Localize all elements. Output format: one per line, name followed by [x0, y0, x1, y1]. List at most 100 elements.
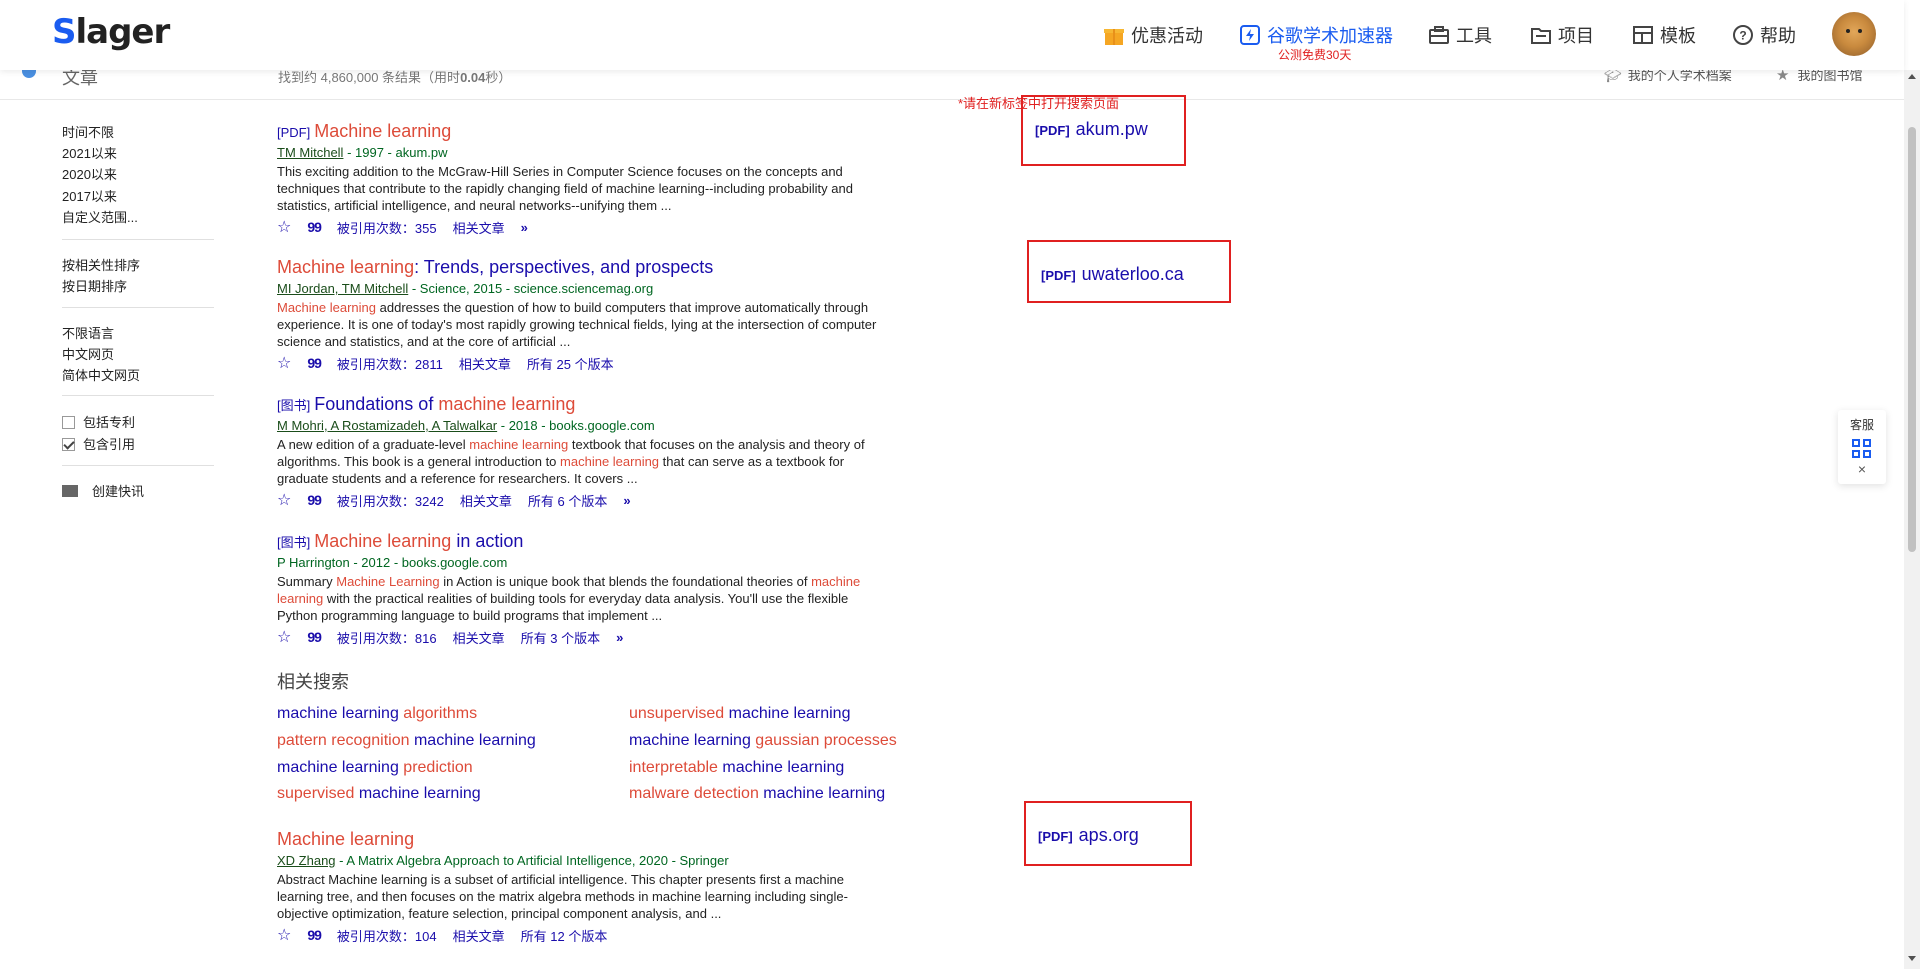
toolbox-icon: [1428, 24, 1450, 46]
related-search-link[interactable]: interpretable machine learning: [629, 759, 844, 777]
cited-by-link[interactable]: 被引用次数：816: [337, 628, 437, 647]
lang-any[interactable]: 不限语言: [62, 323, 114, 342]
all-versions-link[interactable]: 所有 12 个版本: [521, 926, 608, 945]
related-articles-link[interactable]: 相关文章: [460, 491, 512, 510]
related-articles-link[interactable]: 相关文章: [453, 628, 505, 647]
pdf-link[interactable]: [PDF] uwaterloo.ca: [1041, 264, 1184, 285]
save-star-icon[interactable]: ☆: [277, 217, 291, 237]
related-search-link[interactable]: supervised machine learning: [277, 785, 481, 803]
svg-text:?: ?: [1739, 29, 1746, 43]
create-alert-link[interactable]: 创建快讯: [62, 481, 144, 500]
cited-by-link[interactable]: 被引用次数：104: [337, 926, 437, 945]
nav-projects[interactable]: 项目: [1530, 18, 1594, 52]
result-snippet: Machine learning addresses the question …: [277, 300, 877, 349]
save-star-icon[interactable]: ☆: [277, 925, 291, 945]
result-item: [图书] Foundations of machine learning M Mo…: [277, 394, 897, 510]
qr-code-icon[interactable]: [1852, 439, 1872, 459]
close-icon[interactable]: ×: [1838, 461, 1886, 477]
filter-custom-range[interactable]: 自定义范围...: [62, 207, 138, 226]
scroll-down-arrow-icon[interactable]: [1908, 956, 1916, 961]
result-title[interactable]: Machine learning: [277, 829, 897, 850]
result-item: Machine learning XD Zhang - A Matrix Alg…: [277, 829, 897, 945]
filter-since-2020[interactable]: 2020以来: [62, 164, 117, 183]
related-search-link[interactable]: machine learning prediction: [277, 759, 473, 777]
result-title[interactable]: [PDF] Machine learning: [277, 121, 897, 142]
more-chevron-icon[interactable]: »: [521, 220, 528, 235]
help-icon: ?: [1732, 24, 1754, 46]
pdf-link[interactable]: [PDF] aps.org: [1038, 825, 1139, 846]
filter-any-time[interactable]: 时间不限: [62, 122, 114, 141]
result-actions: ☆ 99 被引用次数：104 相关文章 所有 12 个版本: [277, 925, 897, 945]
customer-service-widget[interactable]: 客服 ×: [1838, 410, 1886, 484]
filter-since-2021[interactable]: 2021以来: [62, 143, 117, 162]
result-title[interactable]: [图书] Foundations of machine learning: [277, 394, 897, 415]
scroll-up-arrow-icon[interactable]: [1908, 74, 1916, 79]
cite-quote-icon[interactable]: 99: [307, 492, 322, 508]
related-search-link[interactable]: malware detection machine learning: [629, 785, 885, 803]
pdf-link-box[interactable]: [PDF] aps.org: [1024, 801, 1192, 866]
nav-help[interactable]: ? 帮助: [1732, 18, 1796, 52]
pdf-link[interactable]: [PDF] akum.pw: [1035, 119, 1148, 140]
related-search-link[interactable]: machine learning algorithms: [277, 705, 477, 723]
save-star-icon[interactable]: ☆: [277, 627, 291, 647]
divider: [62, 395, 214, 396]
author-link[interactable]: TM Mitchell: [277, 145, 343, 160]
related-search-link[interactable]: pattern recognition machine learning: [277, 732, 536, 750]
author-link[interactable]: MI Jordan, TM Mitchell: [277, 281, 408, 296]
cite-quote-icon[interactable]: 99: [307, 219, 322, 235]
more-chevron-icon[interactable]: »: [616, 630, 623, 645]
mail-icon: [62, 485, 78, 497]
save-star-icon[interactable]: ☆: [277, 490, 291, 510]
scrollbar-thumb[interactable]: [1908, 127, 1916, 552]
nav-templates[interactable]: 模板: [1632, 18, 1696, 52]
result-snippet: Abstract Machine learning is a subset of…: [277, 872, 848, 921]
result-snippet: A new edition of a graduate-level machin…: [277, 437, 865, 486]
related-articles-link[interactable]: 相关文章: [453, 218, 505, 237]
related-articles-link[interactable]: 相关文章: [453, 926, 505, 945]
cited-by-link[interactable]: 被引用次数：355: [337, 218, 437, 237]
result-title[interactable]: [图书] Machine learning in action: [277, 531, 897, 552]
filter-since-2017[interactable]: 2017以来: [62, 186, 117, 205]
lang-chinese-pages[interactable]: 中文网页: [62, 344, 114, 363]
cite-quote-icon[interactable]: 99: [307, 927, 322, 943]
result-title[interactable]: Machine learning: Trends, perspectives, …: [277, 257, 897, 278]
cite-quote-icon[interactable]: 99: [307, 355, 322, 371]
lightning-icon: [1239, 24, 1261, 46]
gift-icon: [1103, 24, 1125, 46]
lang-simplified-chinese[interactable]: 简体中文网页: [62, 365, 140, 384]
cite-quote-icon[interactable]: 99: [307, 629, 322, 645]
pdf-link-box[interactable]: [PDF] uwaterloo.ca: [1027, 240, 1231, 303]
divider: [62, 465, 214, 466]
author-link[interactable]: M Mohri, A Rostamizadeh, A Talwalkar: [277, 418, 497, 433]
result-actions: ☆ 99 被引用次数：2811 相关文章 所有 25 个版本: [277, 353, 897, 373]
nav-tools[interactable]: 工具: [1428, 18, 1492, 52]
include-citations-checkbox[interactable]: 包含引用: [62, 434, 135, 453]
more-chevron-icon[interactable]: »: [623, 493, 630, 508]
nav-promotions[interactable]: 优惠活动: [1103, 18, 1203, 52]
all-versions-link[interactable]: 所有 6 个版本: [528, 491, 607, 510]
cited-by-link[interactable]: 被引用次数：2811: [337, 354, 443, 373]
checkbox-unchecked[interactable]: [62, 416, 75, 429]
user-avatar[interactable]: [1832, 12, 1876, 56]
author-link[interactable]: XD Zhang: [277, 853, 336, 868]
result-snippet: Summary Machine Learning in Action is un…: [277, 574, 861, 623]
all-versions-link[interactable]: 所有 25 个版本: [527, 354, 614, 373]
sort-by-date[interactable]: 按日期排序: [62, 276, 127, 295]
related-searches-title: 相关搜索: [277, 672, 349, 692]
related-search-link[interactable]: machine learning gaussian processes: [629, 732, 897, 750]
customer-service-label: 客服: [1849, 418, 1874, 432]
save-star-icon[interactable]: ☆: [277, 353, 291, 373]
sort-by-relevance[interactable]: 按相关性排序: [62, 255, 140, 274]
pdf-link-box[interactable]: [PDF] akum.pw: [1021, 95, 1186, 166]
related-search-link[interactable]: unsupervised machine learning: [629, 705, 850, 723]
author-link[interactable]: P Harrington: [277, 555, 350, 570]
include-patents-checkbox[interactable]: 包括专利: [62, 412, 135, 431]
result-item: Machine learning: Trends, perspectives, …: [277, 257, 897, 373]
slager-logo[interactable]: Slager: [52, 12, 170, 52]
result-snippet: This exciting addition to the McGraw-Hil…: [277, 164, 853, 213]
related-articles-link[interactable]: 相关文章: [459, 354, 511, 373]
page-scrollbar[interactable]: [1904, 70, 1920, 969]
checkbox-checked[interactable]: [62, 438, 75, 451]
all-versions-link[interactable]: 所有 3 个版本: [521, 628, 600, 647]
cited-by-link[interactable]: 被引用次数：3242: [337, 491, 444, 510]
